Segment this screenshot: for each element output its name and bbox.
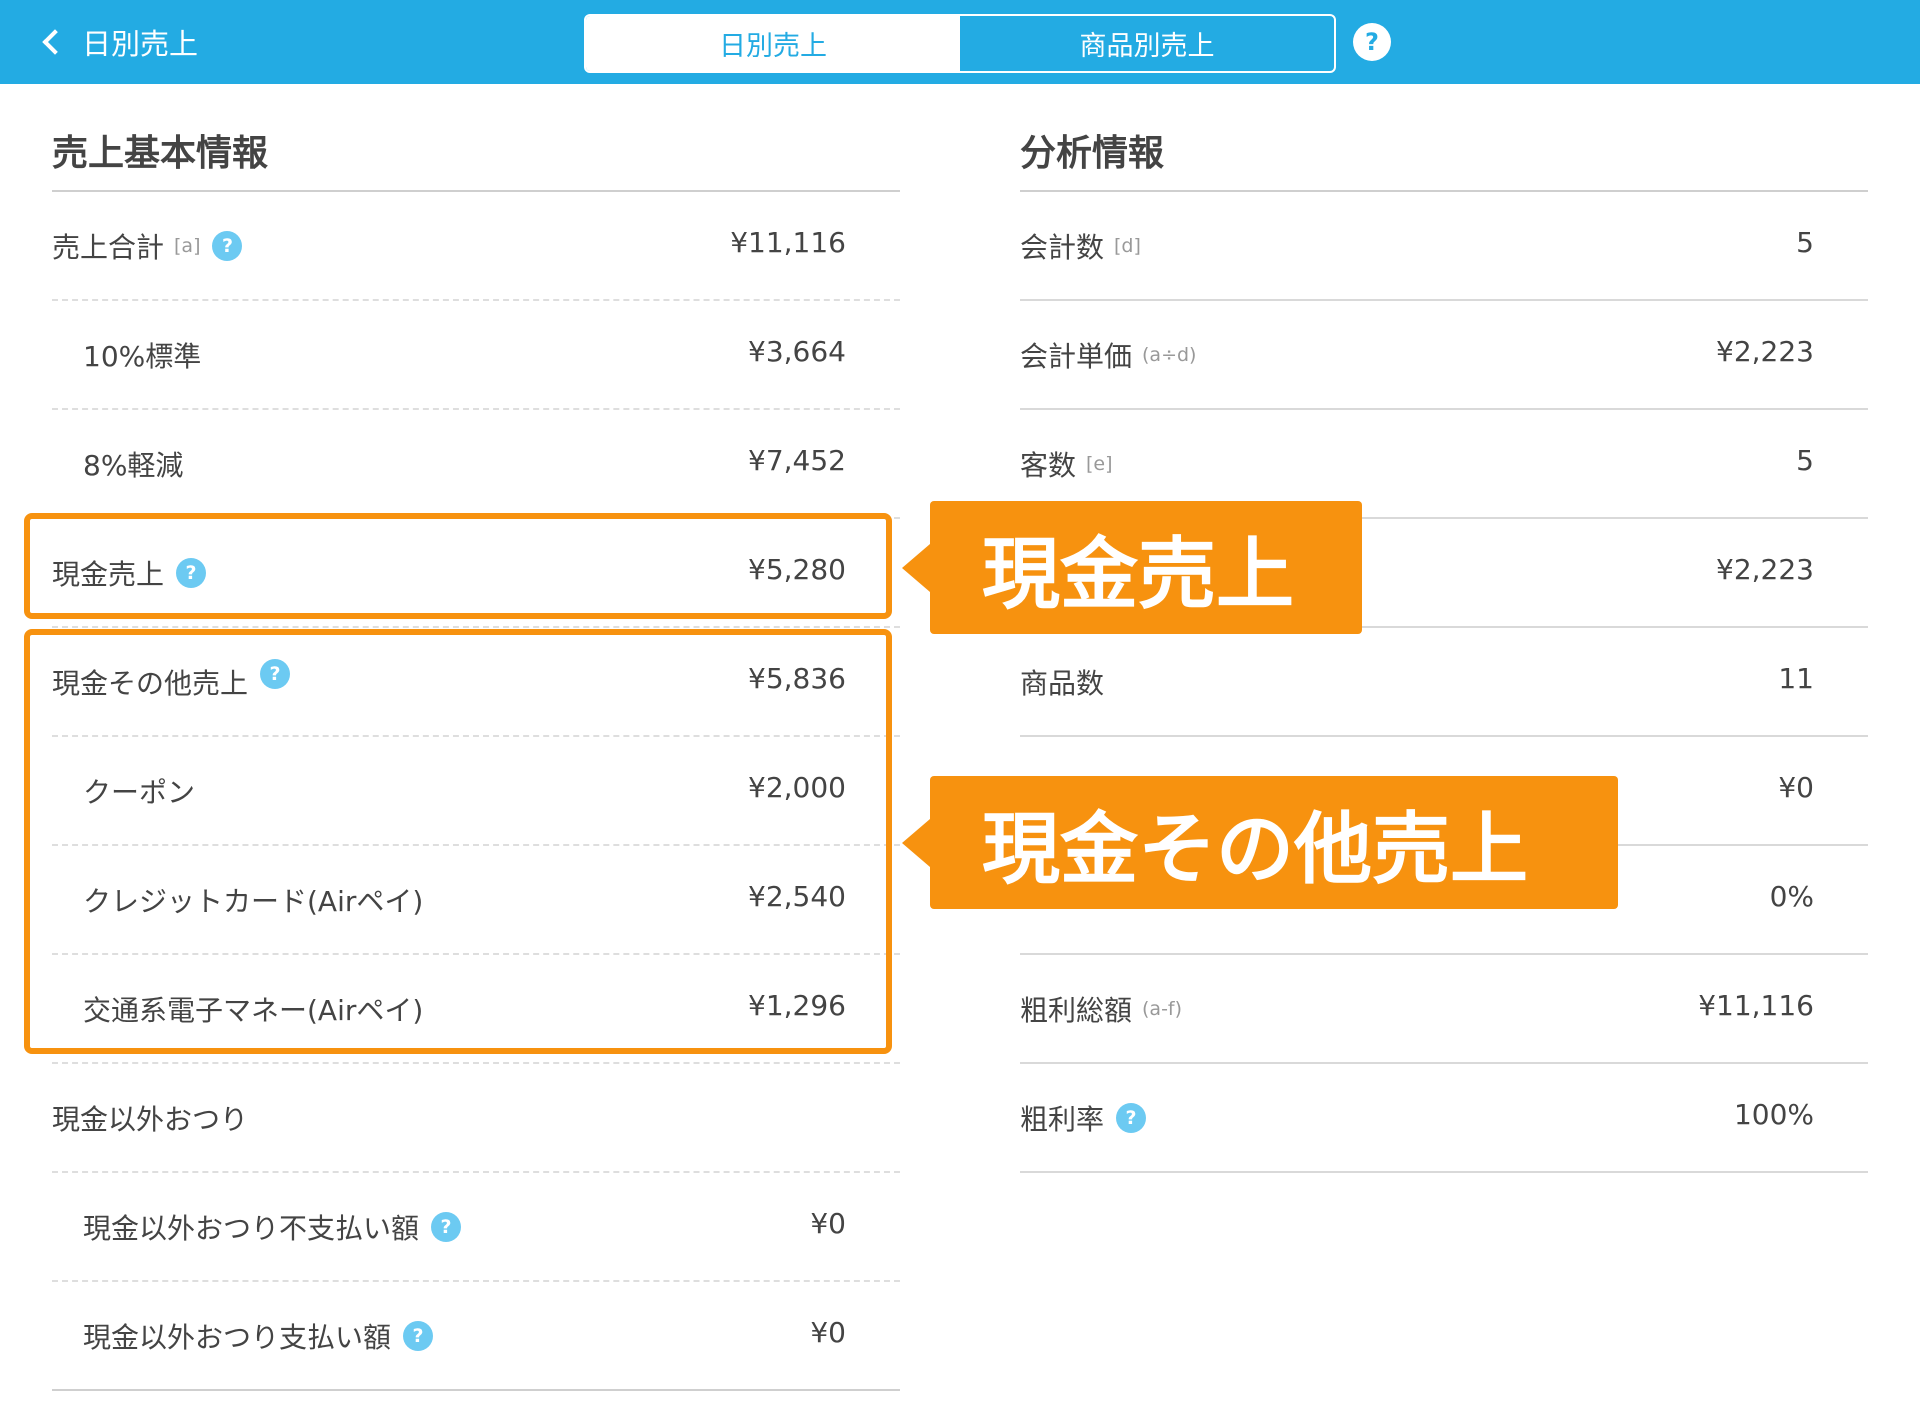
row-tag: (a-f)	[1142, 997, 1183, 1020]
back-button[interactable]: 日別売上	[40, 20, 198, 64]
basic-sales-info-title: 売上基本情報	[52, 84, 900, 192]
help-icon[interactable]: ?	[431, 1211, 462, 1242]
row-value: ¥2,223	[1716, 335, 1814, 368]
row-value: ¥0	[810, 1316, 846, 1349]
row-tag: (a÷d)	[1142, 343, 1197, 366]
row-value: ¥2,223	[1716, 553, 1814, 586]
help-icon[interactable]: ?	[212, 230, 243, 261]
row-credit-card: クレジットカード(Airペイ) ¥2,540	[52, 846, 900, 955]
help-icon[interactable]: ?	[260, 658, 291, 689]
row-value: ¥11,116	[1698, 989, 1814, 1022]
row-value: 100%	[1733, 1098, 1814, 1131]
header-help-icon[interactable]: ?	[1353, 23, 1391, 61]
row-label: クレジットカード(Airペイ)	[83, 884, 424, 918]
row-label: 交通系電子マネー(Airペイ)	[83, 993, 424, 1027]
back-label: 日別売上	[82, 27, 199, 61]
row-non-cash-change: 現金以外おつり	[52, 1064, 900, 1173]
row-label: 現金売上	[52, 557, 165, 591]
row-label: 会計単価	[1020, 339, 1133, 373]
row-label: 粗利総額	[1020, 993, 1133, 1027]
row-value: 11	[1778, 662, 1814, 695]
row-value: ¥11,116	[730, 226, 846, 259]
row-checkout-unit-price: 会計単価 (a÷d) ¥2,223	[1020, 301, 1868, 410]
row-label: 会計数	[1020, 230, 1105, 264]
row-value: 0%	[1769, 880, 1814, 913]
row-checkout-count: 会計数 [d] 5	[1020, 192, 1868, 301]
row-value: ¥1,296	[748, 989, 846, 1022]
row-tag: [e]	[1086, 452, 1113, 475]
row-value: ¥2,000	[748, 771, 846, 804]
tab-product-sales[interactable]: 商品別売上	[960, 16, 1334, 71]
row-item-count: 商品数 11	[1020, 628, 1868, 737]
row-value: ¥7,452	[748, 444, 846, 477]
row-label: 10%標準	[83, 339, 202, 373]
row-label: 粗利率	[1020, 1102, 1105, 1136]
cash-sales-callout: 現金売上	[902, 501, 1362, 634]
view-segmented-control: 日別売上 商品別売上	[584, 14, 1336, 73]
row-label: 客数	[1020, 448, 1077, 482]
row-value: ¥0	[810, 1207, 846, 1240]
row-value: 5	[1796, 226, 1814, 259]
row-tag: [d]	[1114, 234, 1141, 257]
row-value: ¥5,836	[748, 662, 846, 695]
row-gross-profit: 粗利総額 (a-f) ¥11,116	[1020, 955, 1868, 1064]
row-label: 売上合計	[52, 230, 165, 264]
other-cash-sales-callout: 現金その他売上	[902, 776, 1618, 909]
row-reduced-8: 8%軽減 ¥7,452	[52, 410, 900, 519]
row-label: 商品数	[1020, 666, 1105, 700]
row-e-money: 交通系電子マネー(Airペイ) ¥1,296	[52, 955, 900, 1064]
analysis-info-title: 分析情報	[1020, 84, 1868, 192]
chevron-left-icon	[42, 29, 68, 55]
app-header: 日別売上 日別売上 商品別売上 ?	[0, 0, 1920, 84]
row-value: ¥0	[1778, 771, 1814, 804]
row-label: 現金その他売上	[52, 666, 249, 700]
row-value: ¥3,664	[748, 335, 846, 368]
row-label: 現金以外おつり不支払い額	[83, 1211, 420, 1245]
row-value: ¥5,280	[748, 553, 846, 586]
row-value: ¥2,540	[748, 880, 846, 913]
help-icon[interactable]: ?	[1116, 1102, 1147, 1133]
tab-daily-sales[interactable]: 日別売上	[586, 16, 960, 71]
row-tag: [a]	[174, 234, 201, 257]
row-label: クーポン	[83, 775, 196, 809]
row-non-cash-change-unpaid: 現金以外おつり不支払い額 ? ¥0	[52, 1173, 900, 1282]
row-cash-sales: 現金売上 ? ¥5,280	[52, 519, 900, 628]
row-non-cash-change-paid: 現金以外おつり支払い額 ? ¥0	[52, 1282, 900, 1391]
help-icon[interactable]: ?	[176, 557, 207, 588]
row-other-cash-sales: 現金その他売上 ? ¥5,836	[52, 628, 900, 737]
row-label: 現金以外おつり	[52, 1102, 249, 1136]
row-total-sales: 売上合計 [a] ? ¥11,116	[52, 192, 900, 301]
row-value: 5	[1796, 444, 1814, 477]
row-gross-margin: 粗利率 ? 100%	[1020, 1064, 1868, 1173]
basic-sales-info-section: 売上基本情報 売上合計 [a] ? ¥11,116 10%標準 ¥3,664 8…	[52, 84, 900, 1391]
row-standard-10: 10%標準 ¥3,664	[52, 301, 900, 410]
row-label: 8%軽減	[83, 448, 184, 482]
help-icon[interactable]: ?	[403, 1320, 434, 1351]
row-label: 現金以外おつり支払い額	[83, 1320, 392, 1354]
row-coupon: クーポン ¥2,000	[52, 737, 900, 846]
